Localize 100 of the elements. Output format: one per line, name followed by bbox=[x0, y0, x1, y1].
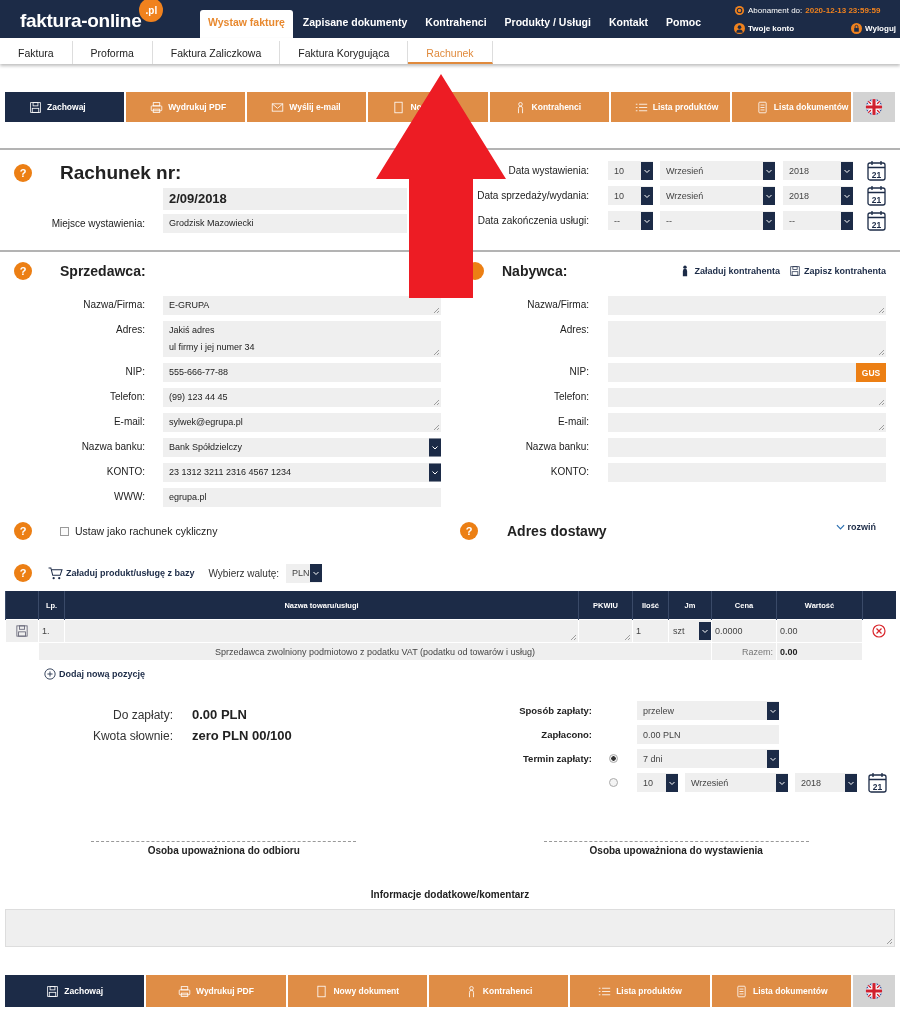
page-icon bbox=[392, 100, 406, 114]
caret-icon bbox=[429, 463, 441, 482]
input-field[interactable]: E-GRUPA bbox=[163, 296, 441, 315]
day-dropdown[interactable]: 10 bbox=[608, 161, 653, 180]
checkbox[interactable] bbox=[60, 526, 69, 536]
field-label: Nazwa banku: bbox=[524, 440, 589, 452]
field-label: NIP: bbox=[568, 365, 589, 377]
radio-button[interactable] bbox=[609, 754, 618, 763]
nav-tab[interactable]: Kontakt bbox=[600, 10, 656, 38]
calendar-icon[interactable]: 21 bbox=[867, 185, 886, 206]
year-dropdown[interactable]: 2018 bbox=[783, 161, 853, 180]
number-field[interactable]: 2/09/2018 bbox=[163, 188, 407, 210]
language-button[interactable] bbox=[853, 92, 895, 122]
expand-link[interactable]: rozwiń bbox=[835, 522, 876, 532]
document-type-tab[interactable]: Proforma bbox=[72, 41, 153, 64]
logout-link[interactable]: Wyloguj bbox=[865, 24, 896, 33]
dropdown[interactable]: 23 1312 3211 2316 4567 1234 bbox=[163, 463, 441, 482]
input-field[interactable] bbox=[608, 388, 886, 407]
caret-icon bbox=[429, 438, 441, 457]
caret-icon bbox=[841, 161, 853, 180]
save-contractor-link[interactable]: Zapisz kontrahenta bbox=[790, 265, 886, 277]
calendar-icon[interactable]: 21 bbox=[867, 210, 886, 231]
save-button[interactable]: Zachowaj bbox=[5, 92, 125, 122]
flag-icon bbox=[865, 98, 883, 116]
input-field[interactable]: 555-666-77-88 bbox=[163, 363, 441, 382]
caret-icon bbox=[310, 564, 322, 582]
clipboard-icon bbox=[755, 100, 769, 114]
calendar-icon[interactable]: 21 bbox=[868, 772, 887, 793]
field-label: KONTO: bbox=[105, 465, 145, 477]
field-label: Termin zapłaty: bbox=[522, 753, 592, 764]
clock-icon bbox=[734, 5, 745, 16]
envelope-icon bbox=[271, 100, 285, 114]
nav-tab[interactable]: Zapisane dokumenty bbox=[294, 10, 416, 38]
input-field[interactable]: Grodzisk Mazowiecki bbox=[163, 214, 407, 233]
printer-icon bbox=[150, 100, 164, 114]
add-item-link[interactable]: Dodaj nową pozycję bbox=[44, 667, 145, 681]
language-button[interactable] bbox=[852, 975, 895, 1007]
resize-handle-icon[interactable] bbox=[433, 399, 439, 405]
input-field[interactable] bbox=[608, 321, 886, 357]
subscription-date: 2020-12-13 23:59:59 bbox=[805, 6, 881, 15]
input-field[interactable]: egrupa.pl bbox=[163, 488, 441, 507]
day-dropdown[interactable]: 10 bbox=[637, 773, 678, 792]
resize-handle-icon[interactable] bbox=[624, 633, 630, 640]
resize-handle-icon[interactable] bbox=[878, 399, 884, 405]
nav-tab[interactable]: Pomoc bbox=[658, 10, 709, 38]
comment-field[interactable] bbox=[5, 909, 895, 947]
month-dropdown[interactable]: Wrzesień bbox=[660, 161, 775, 180]
day-dropdown[interactable]: -- bbox=[608, 211, 653, 230]
load-contractor-link[interactable]: Załaduj kontrahenta bbox=[680, 265, 780, 277]
table-cell[interactable]: 1 bbox=[632, 619, 669, 643]
dropdown[interactable]: Bank Spółdzielczy bbox=[163, 438, 441, 457]
field-label: KONTO: bbox=[549, 465, 589, 477]
field-label: WWW: bbox=[113, 490, 145, 502]
input-field[interactable]: 0.00 PLN bbox=[637, 725, 779, 744]
load-product-link[interactable]: Załaduj produkt/usługę z bazy bbox=[48, 566, 195, 580]
month-dropdown[interactable]: Wrzesień bbox=[660, 186, 775, 205]
month-dropdown[interactable]: Wrzesień bbox=[685, 773, 788, 792]
nav-tab[interactable]: Produkty / Usługi bbox=[496, 10, 599, 38]
input-field[interactable] bbox=[608, 413, 886, 432]
resize-handle-icon[interactable] bbox=[433, 349, 439, 355]
resize-handle-icon[interactable] bbox=[878, 424, 884, 430]
year-dropdown[interactable]: 2018 bbox=[795, 773, 857, 792]
save-button[interactable]: Zachowaj bbox=[5, 975, 145, 1007]
amount-in-words: zero PLN 00/100 bbox=[192, 728, 292, 743]
page-icon bbox=[315, 984, 329, 998]
year-dropdown[interactable]: 2018 bbox=[783, 186, 853, 205]
document-type-tab[interactable]: Faktura Korygująca bbox=[280, 41, 409, 64]
caret-icon bbox=[763, 186, 775, 205]
caret-icon bbox=[641, 186, 653, 205]
day-dropdown[interactable]: 10 bbox=[608, 186, 653, 205]
delete-icon[interactable] bbox=[872, 624, 886, 638]
radio-button[interactable] bbox=[609, 778, 618, 787]
logo-text[interactable]: faktura-online bbox=[20, 10, 142, 32]
month-dropdown[interactable]: -- bbox=[660, 211, 775, 230]
account-link[interactable]: Twoje konto bbox=[748, 24, 795, 33]
input-field[interactable]: sylwek@egrupa.pl bbox=[163, 413, 441, 432]
table-cell[interactable]: 0.0000 bbox=[711, 619, 777, 643]
calendar-icon[interactable]: 21 bbox=[867, 160, 886, 181]
input-field[interactable]: (99) 123 44 45 bbox=[163, 388, 441, 407]
resize-handle-icon[interactable] bbox=[433, 307, 439, 313]
document-type-tab[interactable]: Faktura Zaliczkowa bbox=[152, 41, 281, 64]
caret-icon bbox=[641, 211, 653, 230]
resize-handle-icon[interactable] bbox=[886, 938, 892, 944]
nav-tab[interactable]: Kontrahenci bbox=[417, 10, 495, 38]
currency-dropdown[interactable]: PLN bbox=[286, 563, 322, 583]
user-icon bbox=[734, 23, 745, 34]
resize-handle-icon[interactable] bbox=[878, 307, 884, 313]
year-dropdown[interactable]: -- bbox=[783, 211, 853, 230]
payment-term-dropdown[interactable]: 7 dni bbox=[637, 749, 779, 768]
caret-icon bbox=[776, 773, 788, 792]
plus-icon bbox=[44, 668, 56, 680]
input-field[interactable] bbox=[608, 296, 886, 315]
document-type-tab[interactable]: Faktura bbox=[0, 41, 73, 64]
caret-icon bbox=[763, 161, 775, 180]
resize-handle-icon[interactable] bbox=[433, 424, 439, 430]
input-field[interactable]: Jakiś adres ul firmy i jej numer 34 bbox=[163, 321, 441, 357]
resize-handle-icon[interactable] bbox=[878, 349, 884, 355]
checkbox-label: Ustaw jako rachunek cykliczny bbox=[75, 525, 218, 537]
resize-handle-icon[interactable] bbox=[570, 633, 576, 640]
payment-method-dropdown[interactable]: przelew bbox=[637, 701, 779, 720]
